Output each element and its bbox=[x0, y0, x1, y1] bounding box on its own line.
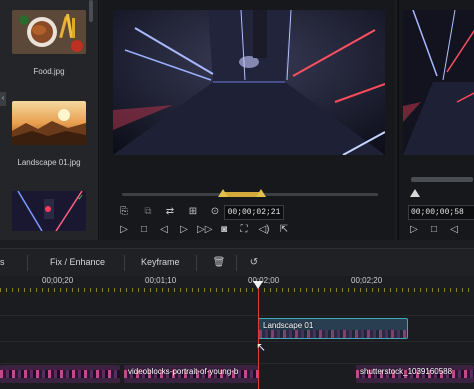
ruler-label: 00;01;10 bbox=[145, 276, 177, 285]
media-library-panel: ‹ Food.jpg Landscape 01.jpg ✓ bbox=[0, 0, 99, 240]
program-video-frame bbox=[403, 10, 474, 155]
insert-icon[interactable]: ⎘ bbox=[117, 205, 131, 219]
ruler-label: 00;00;20 bbox=[42, 276, 74, 285]
trash-icon[interactable]: 🗑 bbox=[212, 256, 226, 270]
main-clip[interactable] bbox=[0, 365, 120, 383]
toolbar-divider bbox=[196, 255, 197, 271]
clip-label: Landscape 01 bbox=[263, 321, 314, 330]
fullscreen-icon[interactable]: ⛶ bbox=[237, 223, 251, 237]
checkmark-icon: ✓ bbox=[77, 193, 84, 202]
timeline-ruler[interactable]: 00;00;20 00;01;10 00;02;00 00;02;20 bbox=[0, 276, 474, 294]
program-viewer: 00;00;00;58 ▷ □ ◁ bbox=[397, 0, 474, 240]
toolbar-divider bbox=[27, 255, 28, 271]
next-frame-icon[interactable]: ▷ bbox=[177, 223, 191, 237]
playhead-line[interactable] bbox=[258, 284, 259, 389]
overlay-clip-landscape[interactable]: Landscape 01 bbox=[258, 318, 408, 339]
program-position-handle[interactable] bbox=[410, 189, 420, 197]
source-timecode[interactable]: 00;00;02;21 bbox=[224, 205, 284, 220]
program-timecode[interactable]: 00;00;00;58 bbox=[408, 205, 474, 220]
clip-filmstrip bbox=[0, 370, 120, 378]
track-divider bbox=[0, 315, 474, 316]
main-clip-shutterstock[interactable]: shutterstock_1039160588 bbox=[356, 365, 474, 383]
mouse-cursor-icon: ↖ bbox=[256, 340, 267, 354]
collapse-panel-button[interactable]: ‹ bbox=[0, 92, 6, 106]
program-stop-icon[interactable]: □ bbox=[427, 223, 441, 237]
source-viewer: ⎘ ⧉ ⇄ ⊞ ⊙ 00;00;02;21 ▷ □ ◁ ▷ ▷▷ ◙ ⛶ ◁) … bbox=[100, 0, 395, 240]
media-thumbnail-landscape[interactable] bbox=[12, 101, 86, 145]
media-label-food: Food.jpg bbox=[33, 67, 65, 76]
mark-out-handle[interactable] bbox=[256, 189, 266, 197]
fast-forward-icon[interactable]: ▷▷ bbox=[197, 223, 212, 237]
play-icon[interactable]: ▷ bbox=[117, 223, 131, 237]
keyframe-button[interactable]: Keyframe bbox=[141, 257, 180, 267]
playhead-handle[interactable] bbox=[253, 281, 263, 289]
track-divider bbox=[0, 341, 474, 342]
media-thumbnail-video[interactable]: ✓ bbox=[12, 191, 86, 231]
toolbar-partial-button[interactable]: s bbox=[0, 257, 5, 267]
program-scrub-bar[interactable] bbox=[411, 177, 473, 182]
source-video-frame bbox=[113, 10, 385, 155]
prev-frame-icon[interactable]: ◁ bbox=[157, 223, 171, 237]
append-icon[interactable]: ⊞ bbox=[186, 205, 200, 219]
timeline-toolbar: s Fix / Enhance Keyframe 🗑 ↺ bbox=[0, 248, 474, 277]
location-icon[interactable]: ⊙ bbox=[208, 205, 222, 219]
replace-icon[interactable]: ⇄ bbox=[163, 205, 177, 219]
mark-in-handle[interactable] bbox=[218, 189, 228, 197]
fix-enhance-button[interactable]: Fix / Enhance bbox=[50, 257, 105, 267]
toolbar-divider bbox=[236, 255, 237, 271]
media-label-landscape: Landscape 01.jpg bbox=[17, 158, 81, 167]
ripple-edit-icon[interactable]: ↺ bbox=[247, 256, 261, 270]
clip-filmstrip bbox=[259, 330, 407, 338]
program-play-icon[interactable]: ▷ bbox=[407, 223, 421, 237]
main-clip-videoblocks[interactable]: videoblocks-portrait-of-young-b bbox=[124, 365, 258, 383]
toolbar-divider bbox=[124, 255, 125, 271]
program-prev-frame-icon[interactable]: ◁ bbox=[447, 223, 461, 237]
timeline-tracks: Landscape 01 videoblocks-portrait-of-you… bbox=[0, 294, 474, 389]
ruler-ticks bbox=[0, 288, 474, 292]
track-divider bbox=[0, 363, 474, 364]
ruler-label: 00;02;20 bbox=[351, 276, 383, 285]
clip-label: videoblocks-portrait-of-young-b bbox=[128, 367, 239, 376]
volume-icon[interactable]: ◁) bbox=[257, 223, 271, 237]
media-thumbnail-food[interactable] bbox=[12, 10, 86, 54]
camera-icon[interactable]: ◙ bbox=[217, 223, 231, 237]
media-scrollbar[interactable] bbox=[89, 0, 93, 22]
overlay-icon[interactable]: ⧉ bbox=[141, 205, 155, 219]
export-frame-icon[interactable]: ⇱ bbox=[277, 223, 291, 237]
stop-icon[interactable]: □ bbox=[137, 223, 151, 237]
clip-label: shutterstock_1039160588 bbox=[360, 367, 453, 376]
